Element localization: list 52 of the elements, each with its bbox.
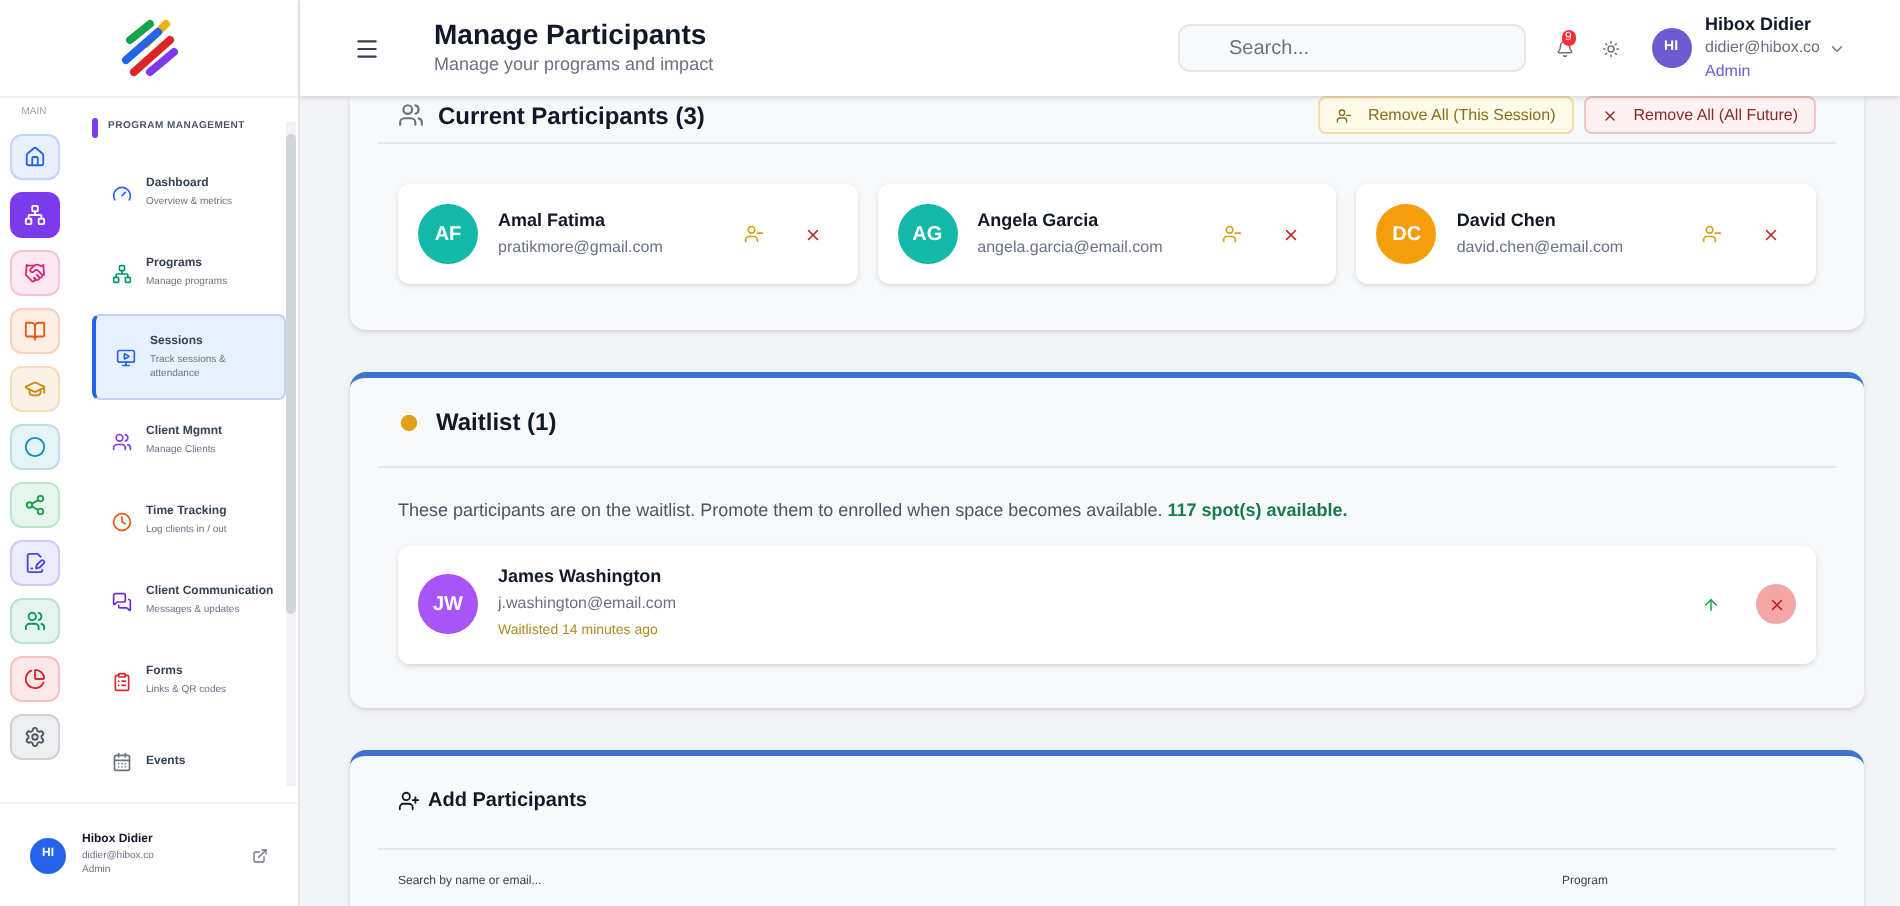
theme-icon[interactable]: [1601, 39, 1620, 57]
avatar: JW: [418, 574, 478, 634]
participant-email: j.washington@email.com: [498, 592, 679, 616]
section-marker: [92, 118, 98, 138]
close-icon[interactable]: [1282, 225, 1301, 243]
participant-name: Amal Fatima: [498, 208, 608, 235]
participant-email: pratikmore@gmail.com: [498, 235, 665, 260]
book-icon: [23, 319, 45, 341]
remove-button[interactable]: [1756, 584, 1796, 624]
settings-icon: [23, 725, 45, 747]
graduation-cap-icon: [23, 377, 45, 399]
bell-icon[interactable]: [1555, 39, 1574, 57]
pie-chart-icon: [23, 667, 45, 689]
user-name: Hibox Didier: [1705, 12, 1814, 36]
close-icon: [1601, 107, 1618, 123]
user-minus-icon: [1335, 107, 1352, 123]
close-icon[interactable]: [1762, 225, 1780, 243]
user-email: didier@hibox.co: [1705, 36, 1820, 60]
signature-icon: [23, 551, 45, 573]
handshake-icon: [23, 261, 45, 283]
participant-email: angela.garcia@email.com: [977, 235, 1165, 260]
participant-email: david.chen@email.com: [1456, 235, 1626, 260]
card-title: Waitlist (1): [436, 406, 557, 440]
promote-icon[interactable]: [1702, 595, 1720, 613]
participant-name: James Washington: [498, 564, 664, 590]
avatar: AG: [897, 204, 958, 264]
search-field[interactable]: Search...: [1177, 24, 1526, 72]
user-plus-icon: [398, 790, 420, 812]
participant-name: David Chen: [1456, 208, 1558, 235]
close-icon[interactable]: [803, 225, 822, 243]
users-icon: [23, 609, 45, 631]
page-subtitle: Manage your programs and impact: [434, 52, 714, 79]
menu-icon[interactable]: [354, 35, 380, 61]
share-icon: [23, 493, 45, 515]
page-title: Manage Participants: [434, 16, 709, 53]
remove-all-button[interactable]: Remove All (All Future): [1583, 96, 1816, 134]
card-title: Add Participants: [428, 788, 587, 816]
close-icon: [1767, 595, 1785, 613]
home-icon: [23, 145, 45, 167]
card-title: Current Participants (3): [438, 99, 705, 133]
rail-button[interactable]: [9, 191, 59, 237]
users-icon: [398, 102, 424, 128]
avatar: AF: [418, 204, 478, 264]
hierarchy-icon: [23, 203, 45, 225]
remove-all-button[interactable]: Remove All (This Session): [1317, 96, 1574, 134]
participant-name: Angela Garcia: [977, 208, 1101, 235]
logo: [117, 16, 181, 80]
external-link-icon[interactable]: [252, 847, 268, 863]
user-role: Admin: [1705, 60, 1753, 84]
waitlist-note: These participants are on the waitlist. Promote them to enrolled when space becomes available. 117 spot(s) available.: [398, 498, 1350, 524]
avatar: DC: [1376, 204, 1437, 264]
circle-icon: [23, 435, 45, 457]
